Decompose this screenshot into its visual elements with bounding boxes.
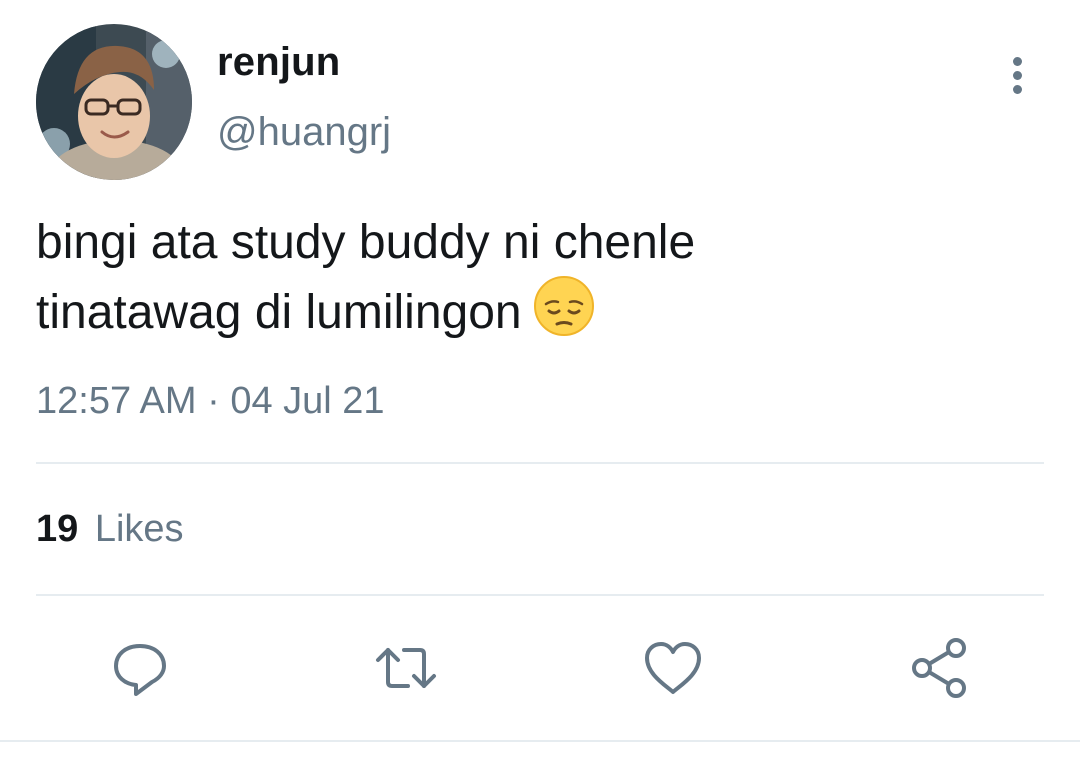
- divider: [36, 462, 1044, 464]
- more-options-button[interactable]: [996, 50, 1038, 100]
- divider: [36, 594, 1044, 596]
- reply-button[interactable]: [108, 636, 172, 700]
- tweet-line-with-emoji: tinatawag di lumilingon: [36, 274, 1036, 354]
- more-dot: [1012, 56, 1022, 66]
- pensive-face-icon: [532, 274, 596, 354]
- meta-separator: ·: [207, 380, 220, 422]
- likes-label: Likes: [94, 508, 184, 550]
- reply-icon: [114, 644, 166, 696]
- tweet-text: bingi ata study buddy ni chenle tinatawa…: [36, 212, 1036, 354]
- display-name[interactable]: renjun: [217, 40, 340, 85]
- user-handle[interactable]: @huangrj: [217, 110, 391, 155]
- likes-count: 19: [36, 508, 79, 550]
- share-icon: [912, 638, 966, 698]
- tweet-line: bingi ata study buddy ni chenle: [36, 216, 696, 269]
- tweet-timestamp[interactable]: 12:57 AM · 04 Jul 21: [36, 380, 385, 423]
- bottom-divider: [0, 740, 1080, 742]
- more-dot: [1012, 70, 1022, 80]
- avatar[interactable]: [36, 24, 192, 180]
- share-button[interactable]: [908, 636, 972, 700]
- like-icon: [645, 642, 701, 694]
- tweet-line: tinatawag di lumilingon: [36, 286, 522, 339]
- likes-stat[interactable]: 19 Likes: [36, 508, 184, 551]
- retweet-button[interactable]: [374, 636, 438, 700]
- tweet-time: 12:57 AM: [36, 380, 197, 422]
- more-dot: [1012, 84, 1022, 94]
- tweet-date: 04 Jul 21: [230, 380, 385, 422]
- like-button[interactable]: [641, 636, 705, 700]
- retweet-icon: [376, 648, 436, 688]
